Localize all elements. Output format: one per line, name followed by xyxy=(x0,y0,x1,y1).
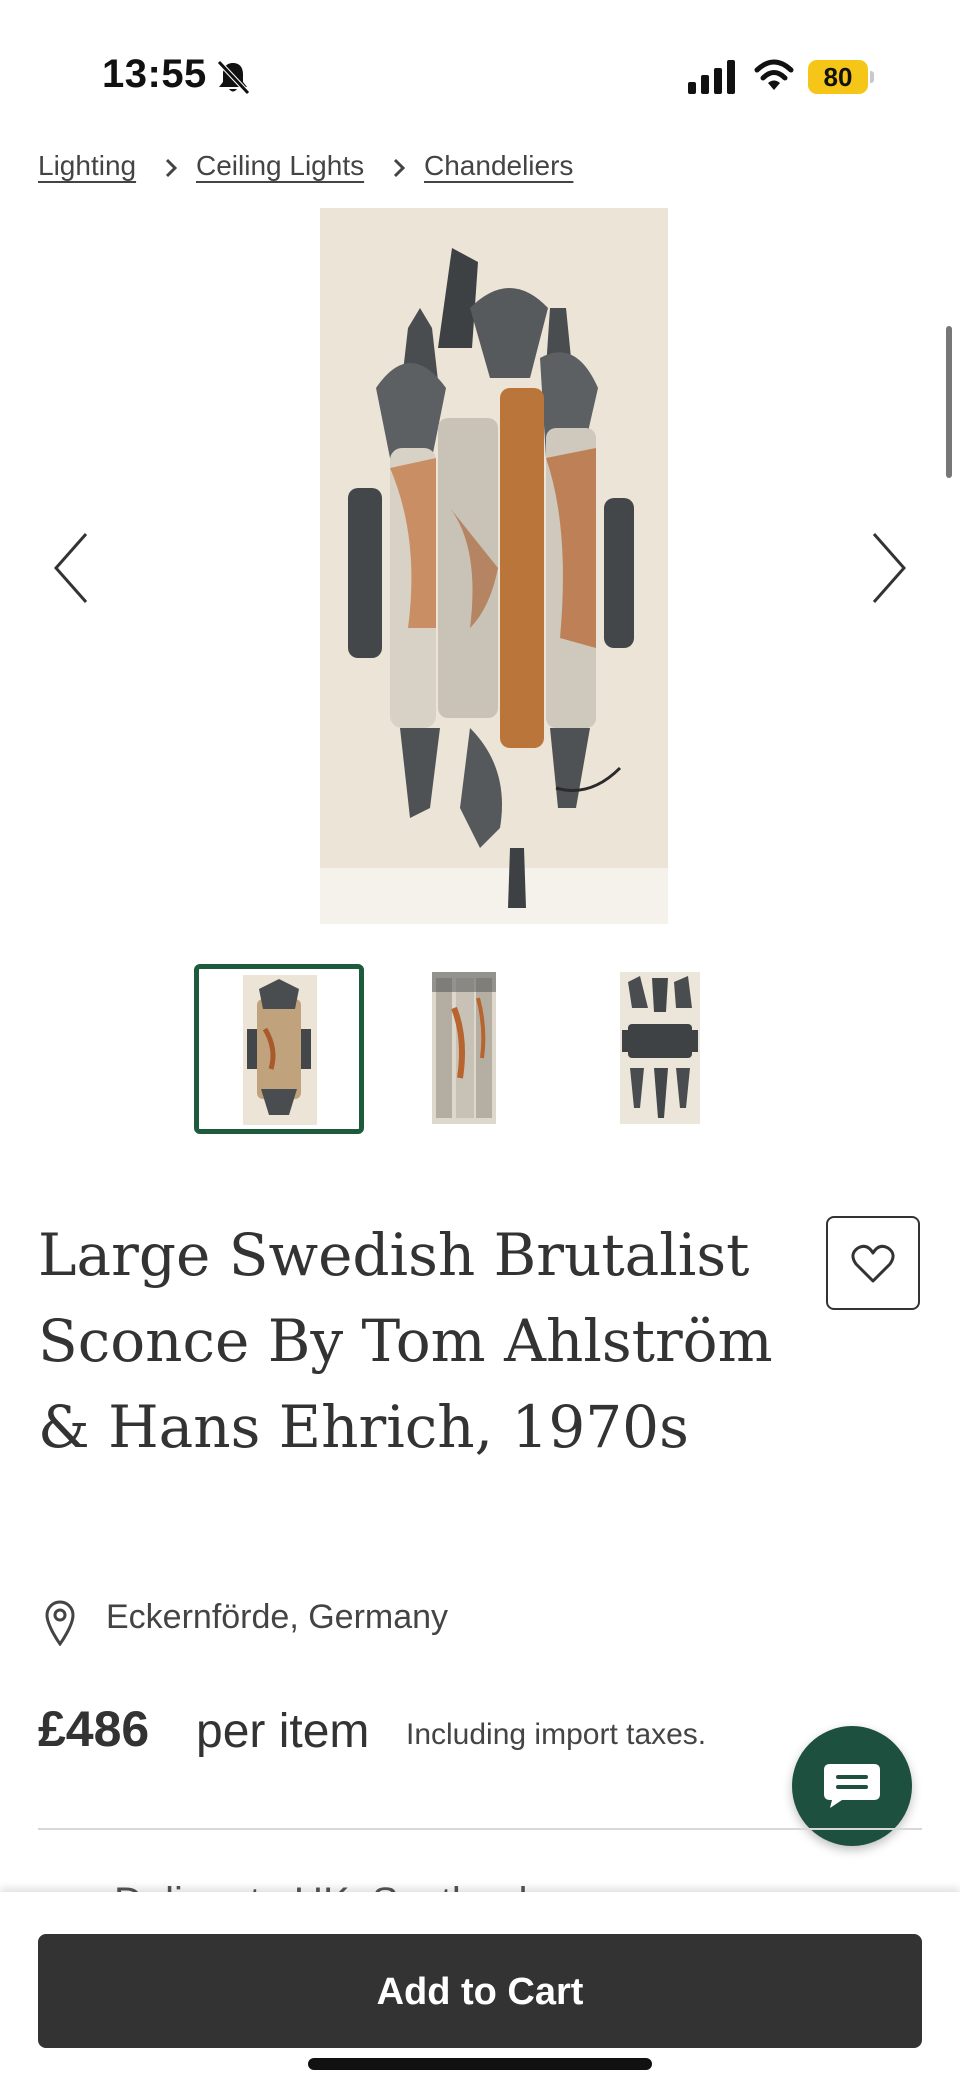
chevron-right-icon xyxy=(393,158,406,178)
location-pin-icon xyxy=(45,1600,75,1646)
thumbnail-1[interactable] xyxy=(194,964,364,1134)
chevron-right-icon xyxy=(165,158,178,178)
thumbnail-image xyxy=(578,968,738,1128)
home-indicator xyxy=(308,2058,652,2070)
product-title: Large Swedish Brutalist Sconce By Tom Ah… xyxy=(38,1221,773,1461)
bell-muted-icon xyxy=(217,60,250,95)
wifi-icon xyxy=(754,59,794,90)
price: £486 xyxy=(38,1701,150,1757)
breadcrumb-chandeliers[interactable]: Chandeliers xyxy=(424,150,573,182)
tax-note: Including import taxes. xyxy=(406,1718,707,1751)
battery-level: 80 xyxy=(823,62,853,92)
status-time: 13:55 xyxy=(102,52,207,96)
thumbnail-3[interactable] xyxy=(578,968,738,1128)
chevron-left-icon[interactable] xyxy=(50,528,94,608)
chevron-right-icon[interactable] xyxy=(866,528,910,608)
breadcrumb-ceiling-lights[interactable]: Ceiling Lights xyxy=(196,150,364,182)
sconce-illustration xyxy=(320,208,668,924)
cellular-signal-icon xyxy=(688,60,735,94)
scrollbar[interactable] xyxy=(946,326,952,478)
chat-bubble-icon xyxy=(824,1764,880,1808)
breadcrumb-lighting[interactable]: Lighting xyxy=(38,150,136,182)
favorite-button[interactable] xyxy=(826,1216,920,1310)
add-to-cart-button[interactable]: Add to Cart xyxy=(38,1934,922,2048)
price-unit: per item xyxy=(196,1705,370,1758)
product-main-image[interactable] xyxy=(320,208,668,924)
thumbnail-image xyxy=(199,969,359,1129)
location-text: Eckernförde, Germany xyxy=(106,1598,449,1636)
thumbnail-image xyxy=(386,968,546,1128)
battery-indicator: 80 xyxy=(808,60,874,94)
divider xyxy=(38,1828,922,1830)
thumbnail-2[interactable] xyxy=(386,968,546,1128)
heart-icon xyxy=(851,1244,895,1283)
